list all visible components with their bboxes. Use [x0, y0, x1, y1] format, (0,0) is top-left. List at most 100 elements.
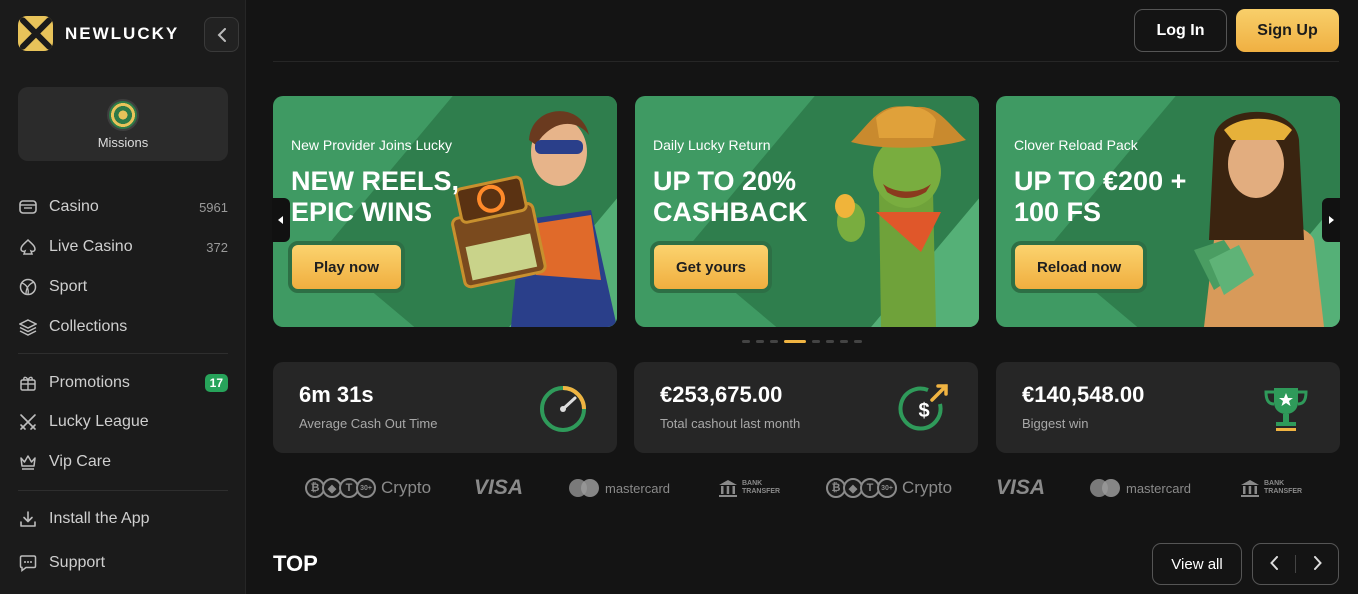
sidebar-item-label: Promotions [49, 374, 130, 391]
banner-subtitle: New Provider Joins Lucky [291, 137, 453, 153]
sidebar-item-promotions[interactable]: Promotions 17 [18, 373, 228, 393]
bank-transfer-label: BANK TRANSFER [1264, 480, 1302, 496]
sidebar-item-label: Vip Care [49, 453, 111, 470]
nav-primary: Casino 5961 Live Casino 372 Sport Collec… [18, 197, 228, 337]
svg-text:$: $ [918, 400, 929, 422]
trophy-icon [1264, 388, 1308, 431]
promo-banner-reload[interactable]: Clover Reload Pack UP TO €200 + 100 FS R… [996, 96, 1340, 327]
nav-tertiary: Install the App Support [18, 509, 228, 573]
mastercard-label: mastercard [605, 480, 671, 496]
sidebar-item-label: Install the App [49, 510, 150, 527]
signup-button[interactable]: Sign Up [1236, 9, 1339, 52]
sidebar-item-label: Casino [49, 198, 99, 215]
banner-headline: UP TO €200 + 100 FS [1014, 166, 1187, 227]
chevron-left-icon [1269, 555, 1278, 570]
bank-transfer-label: BANK TRANSFER [742, 480, 780, 496]
login-button[interactable]: Log In [1134, 9, 1227, 52]
nav-secondary: Promotions 17 Lucky League Vip Care [18, 373, 228, 472]
pager-next-button[interactable] [1296, 554, 1338, 575]
mastercard-logo: mastercard [568, 474, 670, 502]
sidebar-item-collections[interactable]: Collections [18, 317, 228, 337]
header-divider [273, 61, 1339, 62]
swords-icon [18, 412, 38, 432]
bank-icon [719, 480, 737, 497]
more-coins-icon: 30+ [877, 478, 897, 498]
more-coins-icon: 30+ [356, 478, 376, 498]
section-pager [1252, 543, 1339, 585]
stat-card-total-cashout: €253,675.00 Total cashout last month $ [634, 362, 978, 453]
carousel-dot[interactable] [840, 340, 848, 343]
sidebar-item-label: Support [49, 554, 106, 571]
visa-logo: VISA [996, 476, 1046, 499]
missions-label: Missions [97, 134, 149, 150]
missions-button[interactable]: Missions [18, 87, 228, 161]
promo-banner-new-reels[interactable]: New Provider Joins Lucky NEW REELS, EPIC… [273, 96, 617, 327]
download-icon [18, 509, 38, 529]
ball-icon [18, 277, 38, 297]
sidebar-item-install-app[interactable]: Install the App [18, 509, 228, 529]
crypto-payment-logo: ₿ ◆ T 30+ Crypto [826, 474, 952, 502]
brand-logo[interactable]: NEWLUCKY [18, 16, 179, 51]
bank-label-line: BANK [1264, 480, 1285, 487]
sidebar-item-live-casino[interactable]: Live Casino 372 [18, 237, 228, 257]
bank-label-line: BANK [742, 480, 763, 487]
pager-prev-button[interactable] [1253, 554, 1295, 575]
carousel-dot-active[interactable] [784, 340, 806, 343]
bank-label-line: TRANSFER [742, 488, 781, 495]
carousel-dot[interactable] [756, 340, 764, 343]
banner-subtitle: Clover Reload Pack [1014, 137, 1138, 153]
mastercard-circles-icon [1090, 479, 1120, 497]
stat-value: €253,675.00 [660, 382, 783, 407]
stat-label: Average Cash Out Time [299, 416, 438, 431]
stat-card-cashout-time: 6m 31s Average Cash Out Time [273, 362, 617, 453]
item-count: 372 [206, 239, 228, 255]
brand-name: NEWLUCKY [65, 23, 180, 43]
carousel-prev-button[interactable] [272, 198, 290, 242]
play-now-button[interactable]: Play now [288, 241, 406, 293]
section-title: TOP [273, 551, 318, 576]
caret-left-icon [278, 216, 283, 224]
crypto-label: Crypto [902, 478, 953, 497]
stat-label: Total cashout last month [660, 416, 801, 431]
carousel-dot[interactable] [854, 340, 862, 343]
banner-headline: UP TO 20% CASHBACK [653, 166, 808, 227]
sidebar-item-sport[interactable]: Sport [18, 277, 228, 297]
carousel-next-button[interactable] [1322, 198, 1340, 242]
sidebar-item-label: Sport [49, 278, 88, 295]
bank-transfer-logo: BANK TRANSFER [1240, 474, 1302, 502]
chevron-left-icon [217, 27, 226, 42]
club-icon [18, 237, 38, 257]
stat-label: Biggest win [1022, 416, 1089, 431]
sidebar-item-lucky-league[interactable]: Lucky League [18, 412, 228, 432]
view-all-button[interactable]: View all [1152, 543, 1242, 585]
reload-now-button[interactable]: Reload now [1011, 241, 1148, 293]
sidebar-item-label: Lucky League [49, 413, 149, 430]
carousel-dot[interactable] [826, 340, 834, 343]
sidebar-item-vip-care[interactable]: Vip Care [18, 452, 228, 472]
nav-divider [18, 353, 228, 354]
mastercard-circles-icon [569, 479, 599, 497]
carousel-dot[interactable] [770, 340, 778, 343]
bank-transfer-logo: BANK TRANSFER [718, 474, 780, 502]
sidebar-item-support[interactable]: Support [18, 553, 228, 573]
crypto-label: Crypto [381, 478, 432, 497]
visa-logo: VISA [474, 476, 524, 499]
item-count: 5961 [199, 199, 228, 215]
app-root: NEWLUCKY Missions Casino 5961 Live Casin… [0, 0, 1358, 594]
promo-banner-cashback[interactable]: Daily Lucky Return UP TO 20% CASHBACK Ge… [635, 96, 979, 327]
stat-card-biggest-win: €140,548.00 Biggest win [996, 362, 1340, 453]
sidebar-item-casino[interactable]: Casino 5961 [18, 197, 228, 217]
crypto-payment-logo: ₿ ◆ T 30+ Crypto [305, 474, 431, 502]
carousel-dot[interactable] [742, 340, 750, 343]
carousel-dot[interactable] [812, 340, 820, 343]
banner-headline: NEW REELS, EPIC WINS [291, 166, 460, 227]
sidebar-item-label: Collections [49, 318, 128, 335]
layers-icon [18, 317, 38, 337]
sidebar-item-label: Live Casino [49, 238, 133, 255]
collapse-sidebar-button[interactable] [204, 17, 239, 52]
crown-icon [18, 452, 38, 472]
gift-icon [18, 373, 38, 393]
bank-icon [1241, 480, 1259, 497]
get-yours-button[interactable]: Get yours [650, 241, 773, 293]
carousel-dots [742, 340, 862, 343]
